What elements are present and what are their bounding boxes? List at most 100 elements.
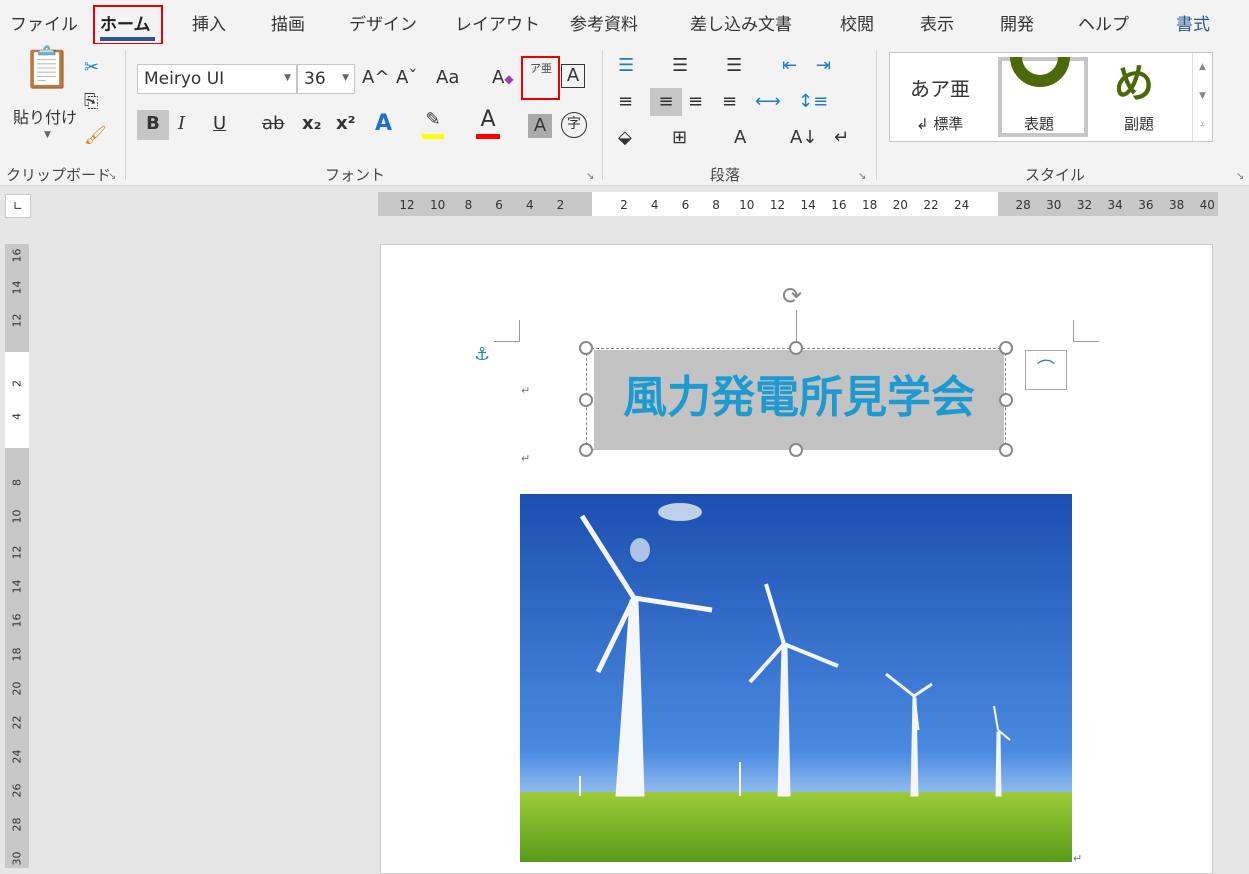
tab-10[interactable]: 開発	[1000, 10, 1034, 35]
tab-6[interactable]: 参考資料	[570, 10, 638, 35]
styles-launcher[interactable]: ↘	[1236, 171, 1244, 182]
shrink-font-button[interactable]: Aˇ	[396, 64, 417, 92]
change-case-button[interactable]: Aa	[436, 64, 459, 92]
paste-button[interactable]: 貼り付け	[13, 104, 77, 128]
tab-3[interactable]: 描画	[271, 10, 305, 35]
tab-selector[interactable]: ∟	[5, 194, 31, 218]
style-title[interactable]: 表題	[998, 57, 1088, 137]
copy-icon[interactable]: ⎘	[84, 88, 98, 116]
ruler-number: 28	[10, 817, 24, 832]
increase-indent-icon[interactable]: ⇥	[816, 52, 831, 80]
resize-handle[interactable]	[789, 341, 803, 355]
asian-layout-icon[interactable]: A	[734, 124, 746, 152]
ruler-number: 14	[10, 280, 24, 295]
style-normal[interactable]: あア亜 ↲ 標準	[890, 53, 998, 141]
italic-button[interactable]: I	[178, 110, 185, 138]
font-color-icon[interactable]: A	[476, 106, 500, 139]
text-effects-icon[interactable]: A	[375, 110, 392, 138]
tab-12[interactable]: 書式	[1176, 10, 1210, 35]
tab-5[interactable]: レイアウト	[455, 10, 540, 35]
resize-handle[interactable]	[999, 393, 1013, 407]
multilevel-list-icon[interactable]: ☰	[726, 52, 742, 80]
horizontal-ruler[interactable]: 12 10 8 6 4 2 2 4 6 8 10 12 14 16 18 20 22 24 28 30 32 34 36 38…	[378, 192, 1218, 216]
cut-icon[interactable]: ✂	[84, 54, 99, 82]
decrease-indent-icon[interactable]: ⇤	[782, 52, 797, 80]
tab-9[interactable]: 表示	[920, 10, 954, 35]
clear-format-icon[interactable]: A◆	[492, 64, 514, 93]
ruler-number: 16	[10, 248, 24, 263]
borders-icon[interactable]: ⊞	[672, 124, 687, 152]
layout-options-icon[interactable]: ⌒	[1025, 350, 1067, 390]
ruler-number: 10	[10, 509, 24, 524]
styles-group-label: スタイル	[1025, 166, 1086, 184]
tab-0[interactable]: ファイル	[10, 10, 78, 35]
character-shading-button[interactable]: A	[528, 114, 552, 138]
style-preview: め	[1114, 61, 1154, 107]
paste-icon[interactable]: 📋	[22, 48, 72, 88]
grow-font-button[interactable]: A^	[362, 64, 389, 92]
align-right-icon[interactable]: ≡	[688, 88, 703, 116]
clipboard-launcher[interactable]: ↘	[108, 171, 116, 182]
ruler-number: 22	[923, 198, 939, 212]
enclose-characters-button[interactable]: 字	[561, 112, 587, 138]
strikethrough-button[interactable]: ab	[262, 110, 284, 138]
ruler-number: 32	[1076, 198, 1093, 212]
justify-icon[interactable]: ≡	[722, 88, 737, 116]
line-spacing-icon[interactable]: ↕≡	[798, 88, 828, 116]
ruler-number: 18	[861, 198, 878, 212]
font-launcher[interactable]: ↘	[586, 171, 594, 182]
ruler-number: 4	[10, 413, 24, 420]
tab-4[interactable]: デザイン	[349, 10, 417, 35]
resize-handle[interactable]	[789, 443, 803, 457]
show-marks-icon[interactable]: ↵	[834, 124, 849, 152]
font-name-select[interactable]: Meiryo UI ▼	[137, 64, 297, 94]
tab-8[interactable]: 校閲	[840, 10, 874, 35]
ruler-number: 26	[10, 783, 24, 798]
bullets-icon[interactable]: ☰	[618, 52, 634, 80]
paragraph-mark: ↵	[521, 452, 531, 465]
ruler-number: 4	[525, 198, 534, 212]
distributed-icon[interactable]: ⟷	[755, 88, 781, 116]
shading-icon[interactable]: ⬙	[618, 124, 632, 152]
resize-handle[interactable]	[999, 443, 1013, 457]
divider	[125, 50, 126, 180]
phonetic-guide-button[interactable]: ア亜	[527, 62, 555, 76]
ruler-number: 12	[399, 198, 415, 212]
wind-turbine-photo[interactable]	[520, 494, 1072, 862]
bold-button[interactable]: B	[137, 110, 169, 140]
font-size-select[interactable]: 36 ▼	[297, 64, 355, 94]
sort-icon[interactable]: A↓	[790, 124, 817, 152]
ruler-number: 12	[10, 313, 24, 328]
ruler-number: 8	[464, 198, 473, 212]
resize-handle[interactable]	[579, 341, 593, 355]
ruler-number: 16	[10, 613, 24, 628]
superscript-button[interactable]: x²	[336, 110, 356, 138]
numbering-icon[interactable]: ☰	[672, 52, 688, 80]
resize-handle[interactable]	[579, 443, 593, 457]
anchor-icon: ⚓	[474, 344, 491, 365]
align-center-icon[interactable]: ≡	[650, 88, 682, 116]
subscript-button[interactable]: x₂	[302, 110, 322, 138]
ribbon: 📋 貼り付け ▼ ✂ ⎘ 🖌 クリップボード ↘ Meiryo UI ▼ 36 ▼ …	[0, 44, 1249, 186]
style-subtitle[interactable]: め 副題	[1094, 53, 1194, 141]
format-painter-icon[interactable]: 🖌	[84, 122, 107, 150]
resize-handle[interactable]	[999, 341, 1013, 355]
ruler-number: 12	[769, 198, 786, 212]
ruler-number: 4	[650, 198, 659, 212]
rotate-handle-icon[interactable]: ⟳	[782, 282, 802, 310]
tab-7[interactable]: 差し込み文書	[690, 10, 792, 35]
highlight-color-icon[interactable]: ✎	[422, 106, 444, 139]
paragraph-launcher[interactable]: ↘	[858, 171, 866, 182]
divider	[876, 50, 877, 180]
character-border-button[interactable]: A	[561, 64, 585, 88]
ribbon-tabs: ファイル ホーム 挿入 描画 デザイン レイアウト 参考資料 差し込み文書 校閲 表示 開発 ヘルプ書…	[0, 0, 1249, 44]
paste-dropdown[interactable]: ▼	[44, 130, 51, 140]
styles-scroll[interactable]: ▲ ▼ ⩡	[1192, 53, 1212, 141]
document-title-textbox[interactable]: 風力発電所見学会	[594, 350, 1004, 450]
underline-button[interactable]: U	[213, 110, 226, 138]
align-left-icon[interactable]: ≡	[618, 88, 633, 116]
vertical-ruler[interactable]: 16 14 12 2 4 8 10 12 14 16 18 20 22 24 26 28 30	[5, 244, 29, 868]
resize-handle[interactable]	[579, 393, 593, 407]
tab-11[interactable]: ヘルプ	[1078, 10, 1129, 35]
tab-2[interactable]: 挿入	[192, 10, 226, 35]
